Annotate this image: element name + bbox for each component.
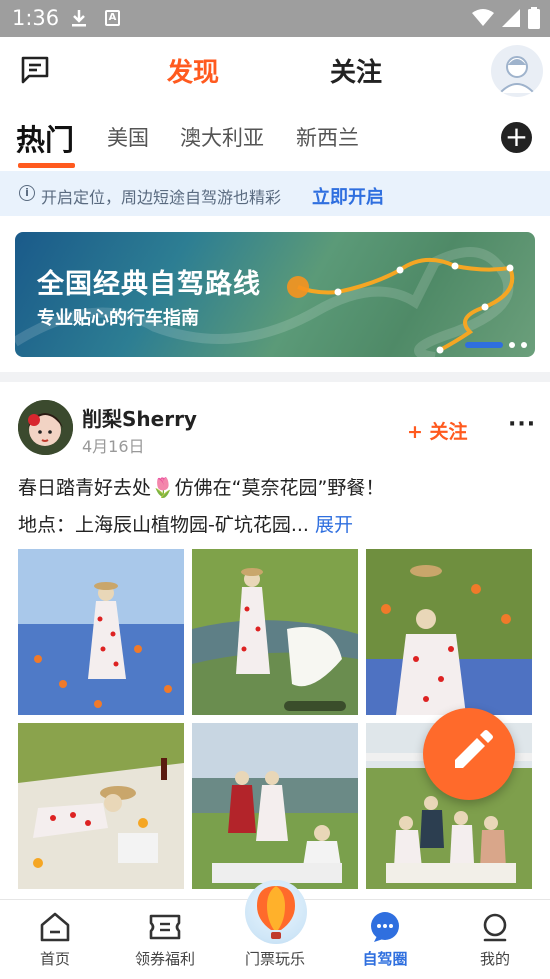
expand-link[interactable]: 展开 [315, 514, 353, 536]
balloon-icon[interactable] [245, 880, 307, 944]
category-tab-usa[interactable]: 美国 [107, 122, 149, 152]
nav-home[interactable]: 首页 [0, 900, 110, 979]
more-options-icon[interactable]: ··· [508, 412, 536, 437]
post-location: 地点：上海辰山植物园-矿坑花园... 展开 [18, 510, 353, 537]
post-photo-3[interactable] [366, 549, 532, 715]
post-location-text: 地点：上海辰山植物园-矿坑花园... [18, 514, 309, 536]
pagination-dot [509, 342, 515, 348]
profile-icon [483, 913, 507, 942]
wifi-icon [472, 9, 494, 26]
banner-title: 全国经典自驾路线 [37, 269, 261, 300]
default-avatar-icon [499, 56, 535, 94]
chat-bubble-icon [371, 912, 399, 942]
user-avatar[interactable] [491, 45, 543, 97]
post-author-avatar[interactable] [18, 400, 73, 455]
status-indicators [472, 7, 540, 29]
post-text: 春日踏青好去处🌷仿佛在“莫奈花园”野餐！ [18, 477, 385, 499]
status-time: 1:36 [12, 6, 60, 30]
banner-pagination [465, 342, 527, 348]
post-photo-1[interactable] [18, 549, 184, 715]
top-header: 发现 关注 [0, 37, 550, 105]
post-photo-5[interactable] [192, 723, 358, 889]
battery-icon [528, 7, 540, 29]
location-tip-bar: i 开启定位，周边短途自驾游也精彩 立即开启 [0, 171, 550, 216]
location-tip-text: 开启定位，周边短途自驾游也精彩 [41, 188, 282, 207]
app-notification-icon: A [105, 10, 120, 26]
edit-pencil-icon [455, 730, 493, 768]
pagination-dot-active [465, 342, 503, 348]
follow-button[interactable]: + 关注 [407, 417, 468, 444]
hot-air-balloon-graphic [257, 886, 295, 939]
nav-profile[interactable]: 我的 [440, 900, 550, 979]
category-tab-hot[interactable]: 热门 [16, 117, 74, 159]
promo-banner[interactable]: 全国经典自驾路线 专业贴心的行车指南 [15, 232, 535, 357]
category-tab-new-zealand[interactable]: 新西兰 [296, 122, 359, 152]
category-tabs: 热门 美国 澳大利亚 新西兰 + [0, 112, 550, 168]
author-avatar-image [18, 400, 73, 455]
category-tab-australia[interactable]: 澳大利亚 [180, 122, 264, 152]
nav-driving-circle[interactable]: 自驾圈 [330, 900, 440, 979]
tab-discover[interactable]: 发现 [167, 52, 219, 89]
tab-follow[interactable]: 关注 [330, 52, 382, 89]
download-icon [72, 10, 86, 27]
section-divider [0, 372, 550, 382]
post-date: 4月16日 [82, 437, 145, 456]
nav-label: 门票玩乐 [244, 950, 305, 968]
info-icon: i [19, 185, 35, 201]
enable-location-link[interactable]: 立即开启 [312, 183, 384, 209]
banner-subtitle: 专业贴心的行车指南 [37, 308, 199, 329]
status-bar: 1:36 A [0, 0, 550, 37]
active-tab-indicator [18, 163, 75, 168]
post-username[interactable]: 削梨Sherry [82, 403, 197, 432]
nav-coupons[interactable]: 领券福利 [110, 900, 220, 979]
home-icon [40, 912, 70, 942]
create-post-button[interactable] [423, 708, 515, 800]
pagination-dot [521, 342, 527, 348]
post-photo-4[interactable] [18, 723, 184, 889]
post-photo-2[interactable] [192, 549, 358, 715]
message-icon[interactable] [20, 55, 50, 85]
nav-label: 首页 [39, 950, 70, 968]
add-category-icon[interactable]: + [501, 122, 532, 153]
nav-label: 自驾圈 [362, 950, 408, 968]
signal-icon [502, 9, 520, 27]
nav-label: 领券福利 [134, 950, 195, 968]
ticket-icon [149, 914, 181, 940]
nav-label: 我的 [479, 950, 510, 968]
